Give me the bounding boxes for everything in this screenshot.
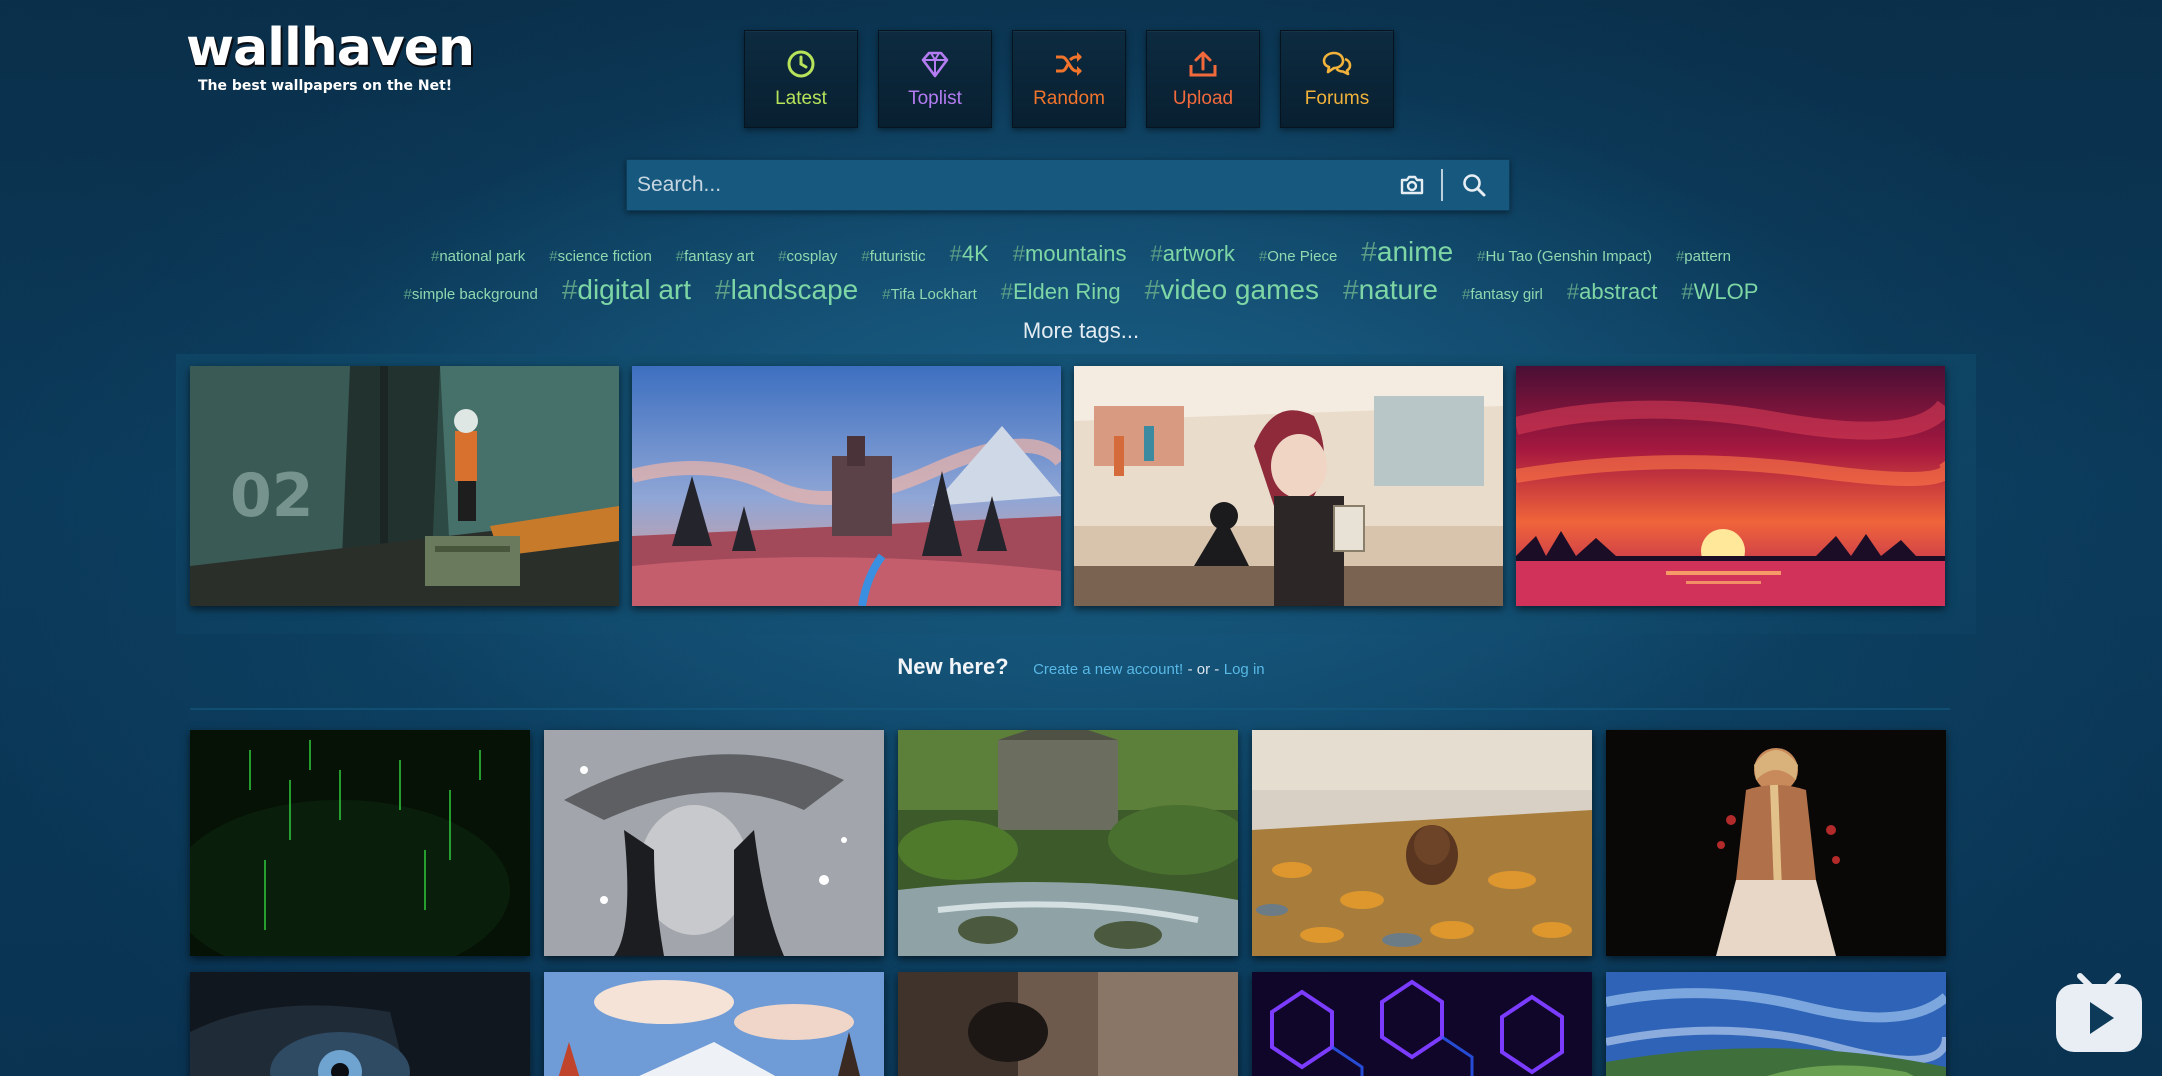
tag-cloud-row-2: #simple background #digital art #landsca… (0, 274, 2162, 306)
wallpaper-thumb[interactable] (1252, 972, 1592, 1076)
tag-link[interactable]: #Elden Ring (1001, 279, 1121, 305)
wallpaper-image (1606, 730, 1946, 956)
nav-forums-button[interactable]: Forums (1280, 30, 1394, 128)
wallpaper-thumb[interactable] (898, 972, 1238, 1076)
main-nav: Latest Toplist Random Upload Forums (744, 30, 1394, 128)
wallpaper-grid-row-1 (190, 730, 1946, 956)
svg-text:02: 02 (230, 461, 314, 531)
wallpaper-image (190, 730, 530, 956)
tag-link[interactable]: #Hu Tao (Genshin Impact) (1477, 248, 1652, 265)
nav-latest-button[interactable]: Latest (744, 30, 858, 128)
nav-upload-label: Upload (1172, 88, 1234, 109)
tag-link[interactable]: #anime (1361, 236, 1453, 268)
camera-icon[interactable] (1395, 168, 1429, 202)
tag-link[interactable]: #4K (950, 241, 989, 267)
nav-toplist-label: Toplist (908, 88, 962, 109)
tag-link[interactable]: #WLOP (1681, 279, 1758, 305)
tag-link[interactable]: #nature (1343, 274, 1438, 306)
site-logo[interactable]: wallhaven The best wallpapers on the Net… (186, 18, 475, 94)
search-input[interactable] (627, 159, 1395, 211)
tag-link[interactable]: #fantasy art (676, 248, 754, 265)
featured-thumb[interactable] (1074, 366, 1503, 606)
search-separator (1441, 169, 1443, 201)
upload-icon (1189, 51, 1217, 77)
wallpaper-image (898, 730, 1238, 956)
play-tv-icon[interactable] (2052, 966, 2146, 1056)
wallpaper-grid-row-2 (190, 972, 1946, 1076)
tag-link[interactable]: #fantasy girl (1462, 286, 1543, 303)
tag-link[interactable]: #Tifa Lockhart (882, 286, 977, 303)
nav-toplist-button[interactable]: Toplist (878, 30, 992, 128)
or-separator: - or - (1187, 661, 1220, 678)
wallpaper-image (1252, 730, 1592, 956)
more-tags-row: More tags... (0, 318, 2162, 344)
wallpaper-image (898, 972, 1238, 1076)
wallpaper-thumb[interactable] (190, 730, 530, 956)
create-account-link[interactable]: Create a new account! (1033, 661, 1183, 678)
wallpaper-thumb[interactable] (1606, 972, 1946, 1076)
tag-link[interactable]: #pattern (1676, 248, 1731, 265)
nav-forums-label: Forums (1304, 88, 1370, 109)
wallpaper-image (190, 972, 530, 1076)
nav-latest-label: Latest (775, 88, 827, 109)
tag-cloud-row-1: #national park #science fiction #fantasy… (0, 236, 2162, 268)
featured-thumb[interactable]: 02 (190, 366, 619, 606)
wallpaper-image (1516, 366, 1945, 606)
tag-link[interactable]: #futuristic (861, 248, 925, 265)
search-bar (626, 159, 1510, 211)
nav-upload-button[interactable]: Upload (1146, 30, 1260, 128)
wallpaper-thumb[interactable] (544, 972, 884, 1076)
featured-wallpapers: 02 (190, 366, 1945, 606)
wallpaper-image (1606, 972, 1946, 1076)
wallpaper-image: 02 (190, 366, 619, 606)
wallpaper-image (632, 366, 1061, 606)
tag-link[interactable]: #cosplay (778, 248, 837, 265)
tag-link[interactable]: #science fiction (549, 248, 652, 265)
wallpaper-thumb[interactable] (1252, 730, 1592, 956)
tag-link[interactable]: #national park (431, 248, 525, 265)
featured-thumb[interactable] (632, 366, 1061, 606)
wallpaper-image (544, 730, 884, 956)
tag-link[interactable]: #One Piece (1259, 248, 1337, 265)
wallpaper-image (1252, 972, 1592, 1076)
wallpaper-image (544, 972, 884, 1076)
new-here-bar: New here? Create a new account! - or - L… (0, 654, 2162, 680)
tag-link[interactable]: #video games (1145, 274, 1319, 306)
wallpaper-thumb[interactable] (898, 730, 1238, 956)
tag-link[interactable]: #simple background (404, 286, 538, 303)
logo-tagline: The best wallpapers on the Net! (198, 78, 453, 94)
more-tags-link[interactable]: More tags... (1023, 318, 1139, 343)
section-divider (190, 708, 1950, 710)
diamond-icon (921, 51, 949, 78)
nav-random-button[interactable]: Random (1012, 30, 1126, 128)
chat-bubbles-icon (1322, 51, 1352, 76)
new-here-heading: New here? (897, 654, 1009, 679)
tag-link[interactable]: #mountains (1013, 241, 1127, 267)
wallpaper-thumb[interactable] (544, 730, 884, 956)
login-link[interactable]: Log in (1224, 661, 1265, 678)
wallpaper-image (1074, 366, 1503, 606)
tag-link[interactable]: #abstract (1567, 279, 1658, 305)
shuffle-icon (1056, 52, 1082, 76)
search-icon[interactable] (1457, 168, 1491, 202)
wallpaper-thumb[interactable] (190, 972, 530, 1076)
tag-link[interactable]: #artwork (1151, 241, 1235, 267)
tag-link[interactable]: #landscape (715, 274, 858, 306)
wallpaper-thumb[interactable] (1606, 730, 1946, 956)
nav-random-label: Random (1033, 88, 1105, 109)
featured-thumb[interactable] (1516, 366, 1945, 606)
logo-wordmark: wallhaven (186, 18, 475, 78)
tag-link[interactable]: #digital art (562, 274, 691, 306)
clock-icon (787, 50, 815, 78)
